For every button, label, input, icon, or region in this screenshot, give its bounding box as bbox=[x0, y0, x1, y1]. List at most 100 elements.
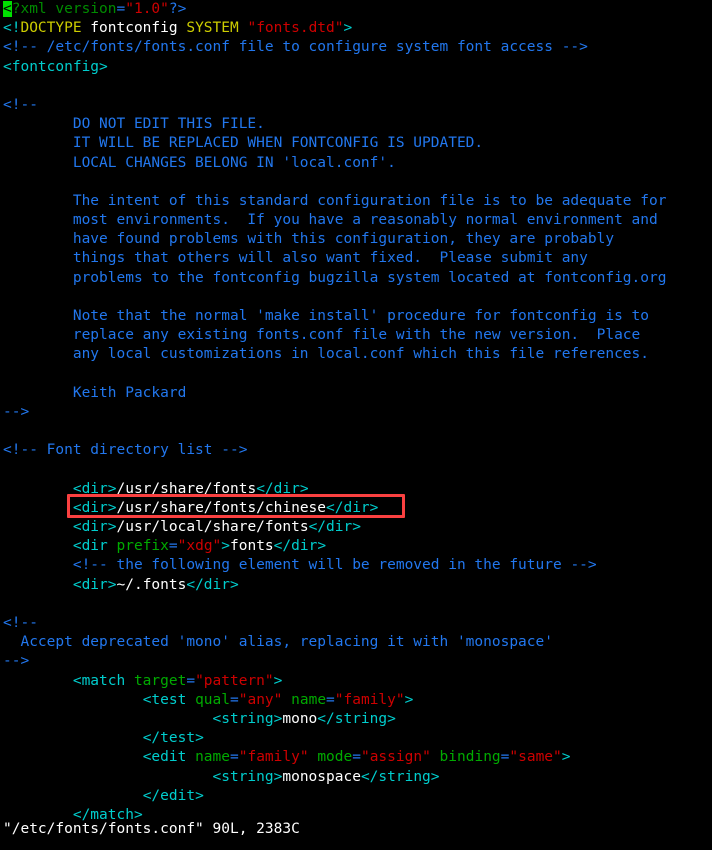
editor-line[interactable]: <fontconfig> bbox=[0, 58, 712, 77]
code-token-str: "same" bbox=[509, 749, 562, 766]
code-token-txt: mono bbox=[282, 710, 318, 727]
editor-line[interactable]: <match target="pattern"> bbox=[0, 672, 712, 691]
code-token-cmt: Keith Packard bbox=[3, 384, 187, 401]
editor-line[interactable]: <!-- /etc/fonts/fonts.conf file to confi… bbox=[0, 38, 712, 57]
code-token-tag: <string> bbox=[212, 768, 283, 785]
code-token-op: = bbox=[230, 691, 239, 708]
code-token-tag: <dir> bbox=[72, 519, 117, 536]
editor-line[interactable] bbox=[0, 422, 712, 441]
code-token-txt: fontconfig bbox=[81, 20, 187, 37]
editor-buffer[interactable]: <?xml version="1.0"?> <!DOCTYPE fontconfi… bbox=[0, 0, 712, 825]
editor-line[interactable]: Keith Packard bbox=[0, 384, 712, 403]
editor-line[interactable]: --> bbox=[0, 403, 712, 422]
code-token-attr: target bbox=[133, 672, 187, 689]
code-token-tag: > bbox=[221, 538, 231, 555]
code-token-cmt: things that others will also want fixed.… bbox=[3, 250, 588, 267]
editor-line[interactable]: <dir>/usr/share/fonts</dir> bbox=[0, 480, 712, 499]
code-token-tag: </dir> bbox=[256, 480, 309, 497]
code-token-str: "pattern" bbox=[195, 672, 274, 689]
terminal-window[interactable]: <?xml version="1.0"?> <!DOCTYPE fontconfi… bbox=[0, 0, 712, 850]
editor-line[interactable] bbox=[0, 365, 712, 384]
editor-line[interactable]: problems to the fontconfig bugzilla syst… bbox=[0, 269, 712, 288]
code-token-doctype: SYSTEM bbox=[186, 20, 239, 37]
code-token-op: = bbox=[186, 672, 196, 689]
editor-line[interactable]: <dir>~/.fonts</dir> bbox=[0, 576, 712, 595]
editor-line[interactable]: <!DOCTYPE fontconfig SYSTEM "fonts.dtd"> bbox=[0, 19, 712, 38]
editor-line[interactable]: <!-- Font directory list --> bbox=[0, 441, 712, 460]
editor-line[interactable]: <?xml version="1.0"?> bbox=[0, 0, 712, 19]
code-token-str: "xdg" bbox=[177, 538, 222, 555]
editor-line[interactable]: any local customizations in local.conf w… bbox=[0, 345, 712, 364]
code-token-tag: > bbox=[404, 691, 414, 708]
code-token-str: "any" bbox=[238, 691, 283, 708]
editor-line[interactable]: IT WILL BE REPLACED WHEN FONTCONFIG IS U… bbox=[0, 134, 712, 153]
editor-line[interactable]: most environments. If you have a reasona… bbox=[0, 211, 712, 230]
editor-line[interactable]: <!-- the following element will be remov… bbox=[0, 556, 712, 575]
code-token-tag: </dir> bbox=[186, 576, 239, 593]
editor-line[interactable] bbox=[0, 77, 712, 96]
editor-line[interactable]: Note that the normal 'make install' proc… bbox=[0, 307, 712, 326]
code-token-tag: > bbox=[343, 20, 353, 37]
editor-line[interactable] bbox=[0, 595, 712, 614]
code-token-doctype: DOCTYPE bbox=[20, 20, 82, 37]
code-token-tag: </string> bbox=[317, 710, 396, 727]
editor-line[interactable]: replace any existing fonts.conf file wit… bbox=[0, 326, 712, 345]
editor-line[interactable]: <!-- bbox=[0, 614, 712, 633]
editor-line[interactable] bbox=[0, 461, 712, 480]
editor-line[interactable]: DO NOT EDIT THIS FILE. bbox=[0, 115, 712, 134]
code-token-attr: qual bbox=[195, 691, 230, 708]
code-token-cmt: have found problems with this configurat… bbox=[3, 231, 615, 248]
editor-line[interactable] bbox=[0, 288, 712, 307]
editor-line[interactable]: LOCAL CHANGES BELONG IN 'local.conf'. bbox=[0, 154, 712, 173]
code-token-tag: <dir bbox=[72, 538, 117, 555]
code-token-tag: </edit> bbox=[142, 787, 204, 804]
code-token-tag: <dir> bbox=[72, 480, 117, 497]
editor-line[interactable]: <string>mono</string> bbox=[0, 710, 712, 729]
code-token-op: = bbox=[230, 749, 239, 766]
code-token-attr: mode bbox=[317, 749, 353, 766]
editor-line[interactable]: </edit> bbox=[0, 787, 712, 806]
code-token-attr: name bbox=[195, 749, 230, 766]
editor-line[interactable]: <string>monospace</string> bbox=[0, 768, 712, 787]
editor-line[interactable]: <dir>/usr/local/share/fonts</dir> bbox=[0, 518, 712, 537]
editor-line[interactable]: <!-- bbox=[0, 96, 712, 115]
code-token-txt: /usr/share/fonts bbox=[116, 480, 257, 497]
editor-line[interactable]: things that others will also want fixed.… bbox=[0, 249, 712, 268]
code-token-tag: <match bbox=[72, 672, 134, 689]
editor-line[interactable]: <test qual="any" name="family"> bbox=[0, 691, 712, 710]
code-token-op: = bbox=[352, 749, 361, 766]
code-token-cmt: The intent of this standard configuratio… bbox=[3, 192, 667, 209]
code-token-op: = bbox=[326, 691, 335, 708]
code-token-tag: </dir> bbox=[273, 538, 327, 555]
editor-line[interactable]: The intent of this standard configuratio… bbox=[0, 192, 712, 211]
code-token-tag: <string> bbox=[212, 710, 283, 727]
editor-line[interactable]: <dir prefix="xdg">fonts</dir> bbox=[0, 537, 712, 556]
code-token-str: "family" bbox=[334, 691, 405, 708]
code-token-cmt: --> bbox=[3, 653, 30, 670]
code-token-cmt: replace any existing fonts.conf file wit… bbox=[3, 327, 641, 344]
code-token-tag: <test bbox=[142, 691, 196, 708]
code-token-cmt: IT WILL BE REPLACED WHEN FONTCONFIG IS U… bbox=[3, 135, 484, 152]
editor-line[interactable]: --> bbox=[0, 652, 712, 671]
editor-line[interactable]: </test> bbox=[0, 729, 712, 748]
editor-line[interactable]: Accept deprecated 'mono' alias, replacin… bbox=[0, 633, 712, 652]
editor-line[interactable]: <dir>/usr/share/fonts/chinese</dir> bbox=[0, 499, 712, 518]
code-token-cmt: <!-- the following element will be remov… bbox=[72, 557, 597, 574]
editor-line[interactable] bbox=[0, 173, 712, 192]
code-token-cmt: <!-- bbox=[3, 615, 38, 631]
editor-line[interactable]: <edit name="family" mode="assign" bindin… bbox=[0, 748, 712, 767]
vim-status-line: "/etc/fonts/fonts.conf" 90L, 2383C bbox=[3, 821, 300, 837]
code-token-tag: <fontconfig> bbox=[3, 58, 108, 75]
editor-line[interactable]: have found problems with this configurat… bbox=[0, 230, 712, 249]
code-token-tag: <dir> bbox=[72, 499, 117, 516]
